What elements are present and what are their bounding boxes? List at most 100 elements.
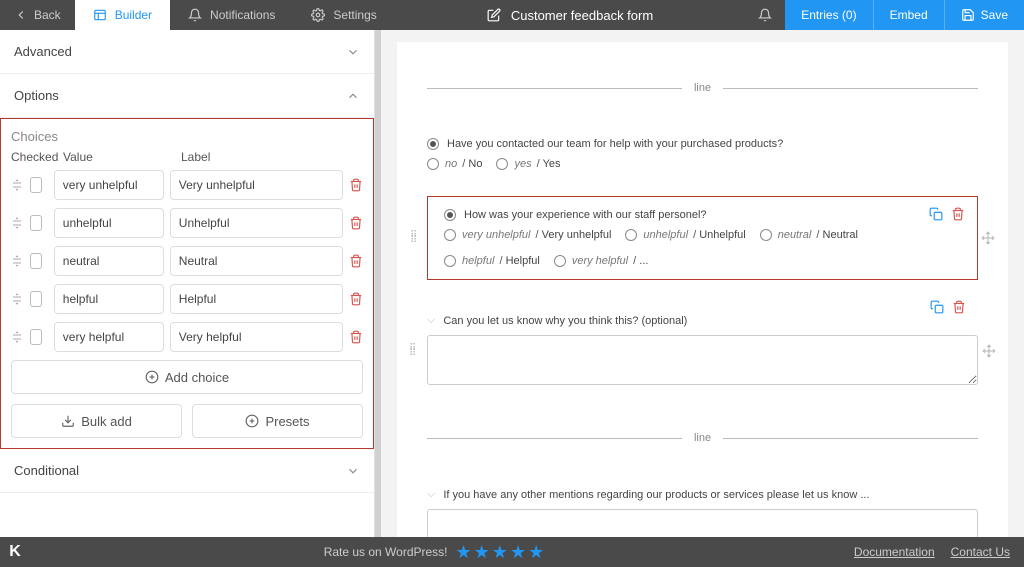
choice-row — [11, 246, 363, 276]
tab-builder[interactable]: Builder — [75, 0, 170, 30]
tab-settings[interactable]: Settings — [293, 0, 394, 30]
chevron-down-icon — [346, 464, 360, 478]
contact-link[interactable]: Contact Us — [951, 545, 1010, 559]
choice-row — [11, 322, 363, 352]
question-contact[interactable]: Have you contacted our team for help wit… — [427, 124, 978, 184]
plus-circle-icon — [245, 414, 259, 428]
add-choice-label: Add choice — [165, 370, 229, 385]
move-icon[interactable] — [981, 231, 995, 245]
drag-handle-icon[interactable] — [11, 331, 24, 343]
col-checked: Checked — [11, 150, 63, 164]
trash-icon[interactable] — [952, 300, 966, 314]
plus-circle-icon — [145, 370, 159, 384]
radio-option[interactable] — [444, 229, 456, 241]
radio-option[interactable] — [554, 255, 566, 267]
topbar: Back Builder Notifications Settings Cust… — [0, 0, 1024, 30]
choice-label-input[interactable] — [170, 322, 343, 352]
move-icon[interactable] — [982, 344, 996, 358]
question-mentions[interactable]: ⌵If you have any other mentions regardin… — [427, 474, 978, 537]
choice-label-input[interactable] — [170, 246, 343, 276]
form-canvas[interactable]: line Have you contacted our team for hel… — [375, 30, 1024, 537]
radio-option[interactable] — [496, 158, 508, 170]
choice-value-input[interactable] — [54, 246, 164, 276]
choice-value-input[interactable] — [54, 170, 164, 200]
radio-icon — [427, 138, 439, 150]
question-why-title: Can you let us know why you think this? … — [443, 315, 687, 327]
why-textarea[interactable] — [427, 335, 978, 385]
footer: K Rate us on WordPress! ★★★★★ Documentat… — [0, 537, 1024, 567]
checkbox[interactable] — [30, 177, 42, 193]
choice-value-input[interactable] — [54, 208, 164, 238]
question-experience-title: How was your experience with our staff p… — [464, 209, 707, 221]
question-why[interactable]: ⠿⠿ ⌵Can you let us know why you think th… — [427, 300, 978, 402]
checkbox[interactable] — [30, 329, 42, 345]
entries-button[interactable]: Entries (0) — [785, 0, 872, 30]
question-mentions-title: If you have any other mentions regarding… — [443, 489, 869, 501]
choices-header: Checked Value Label — [11, 150, 363, 164]
tab-notifications[interactable]: Notifications — [170, 0, 293, 30]
bulk-add-label: Bulk add — [81, 414, 132, 429]
star-rating[interactable]: ★★★★★ — [456, 542, 547, 563]
drag-handle-icon[interactable] — [11, 293, 24, 305]
back-button[interactable]: Back — [0, 0, 75, 30]
duplicate-icon[interactable] — [929, 207, 943, 221]
option-label: helpful / Helpful — [462, 255, 540, 267]
trash-icon[interactable] — [349, 254, 363, 268]
radio-icon — [444, 209, 456, 221]
accordion-conditional[interactable]: Conditional — [0, 449, 374, 493]
back-label: Back — [34, 8, 61, 22]
radio-option[interactable] — [625, 229, 637, 241]
builder-icon — [93, 8, 107, 22]
accordion-advanced[interactable]: Advanced — [0, 30, 374, 74]
documentation-link[interactable]: Documentation — [854, 545, 935, 559]
bulk-add-button[interactable]: Bulk add — [11, 404, 182, 438]
gear-icon — [311, 8, 325, 22]
page-title[interactable]: Customer feedback form — [511, 8, 653, 23]
choice-label-input[interactable] — [170, 170, 343, 200]
col-label: Label — [181, 150, 210, 164]
textarea-icon: ⌵ — [427, 314, 435, 327]
accordion-options[interactable]: Options — [0, 74, 374, 118]
choice-label-input[interactable] — [170, 208, 343, 238]
duplicate-icon[interactable] — [930, 300, 944, 314]
embed-button[interactable]: Embed — [873, 0, 944, 30]
bell-icon — [188, 8, 202, 22]
choice-value-input[interactable] — [54, 322, 164, 352]
accordion-conditional-label: Conditional — [14, 463, 79, 478]
trash-icon[interactable] — [951, 207, 965, 221]
checkbox[interactable] — [30, 253, 42, 269]
trash-icon[interactable] — [349, 330, 363, 344]
trash-icon[interactable] — [349, 216, 363, 230]
drag-handle-icon[interactable] — [11, 179, 24, 191]
trash-icon[interactable] — [349, 292, 363, 306]
edit-icon — [487, 8, 501, 22]
option-label: yes / Yes — [514, 158, 560, 170]
add-choice-button[interactable]: Add choice — [11, 360, 363, 394]
trash-icon[interactable] — [349, 178, 363, 192]
drag-handle-icon[interactable] — [11, 255, 24, 267]
drag-handle-icon[interactable] — [11, 217, 24, 229]
radio-option[interactable] — [444, 255, 456, 267]
tab-notifications-label: Notifications — [210, 8, 275, 22]
drag-handle-icon[interactable]: ⠿⠿ — [409, 346, 417, 356]
radio-option[interactable] — [760, 229, 772, 241]
presets-button[interactable]: Presets — [192, 404, 363, 438]
choice-label-input[interactable] — [170, 284, 343, 314]
notif-bell[interactable] — [745, 8, 785, 22]
choices-title: Choices — [11, 129, 363, 144]
tab-builder-label: Builder — [115, 8, 152, 22]
checkbox[interactable] — [30, 215, 42, 231]
bell-icon — [758, 8, 772, 22]
choice-value-input[interactable] — [54, 284, 164, 314]
question-contact-title: Have you contacted our team for help wit… — [447, 138, 783, 150]
save-button[interactable]: Save — [944, 0, 1024, 30]
checkbox[interactable] — [30, 291, 42, 307]
chevron-down-icon — [346, 45, 360, 59]
radio-option[interactable] — [427, 158, 439, 170]
question-experience[interactable]: ⠿⠿ How was your experience with our staf… — [427, 196, 978, 280]
option-label: very unhelpful / Very unhelpful — [462, 229, 611, 241]
drag-handle-icon[interactable]: ⠿⠿ — [410, 233, 418, 243]
mentions-textarea[interactable] — [427, 509, 978, 537]
accordion-options-label: Options — [14, 88, 59, 103]
tab-settings-label: Settings — [333, 8, 376, 22]
